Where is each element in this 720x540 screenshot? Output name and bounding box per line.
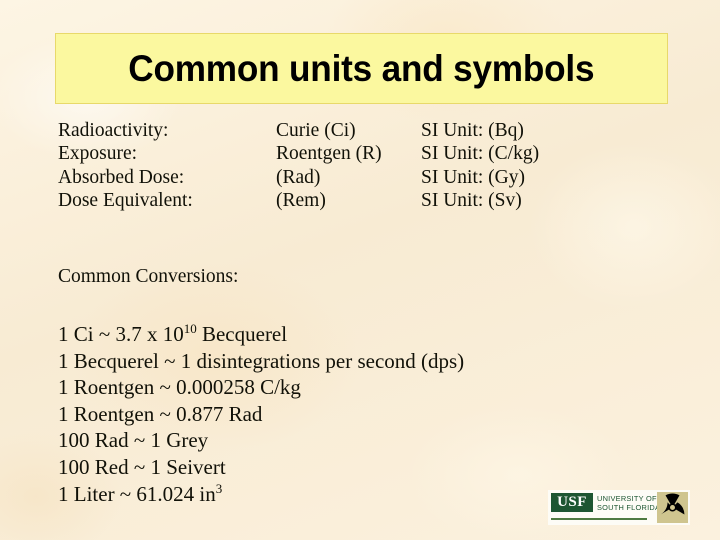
cell-si-unit: SI Unit: (Bq): [421, 120, 524, 141]
conversion-text: 1 Liter ~ 61.024 in: [58, 481, 216, 506]
usf-divider-rule: [551, 518, 647, 520]
table-row: Dose Equivalent: (Rem) SI Unit: (Sv): [58, 189, 539, 212]
usf-wordmark-line2: SOUTH FLORIDA.: [597, 503, 663, 513]
usf-wordmark-line1: UNIVERSITY OF: [597, 494, 657, 503]
list-item: 100 Rad ~ 1 Grey: [58, 427, 464, 454]
usf-wordmark: UNIVERSITY OF SOUTH FLORIDA.: [597, 490, 663, 512]
title-banner: Common units and symbols: [55, 33, 668, 104]
cell-si-unit: SI Unit: (C/kg): [421, 143, 540, 165]
slide-canvas: Common units and symbols Radioactivity: …: [0, 0, 720, 540]
conversion-text: 1 Roentgen ~ 0.877 Rad: [58, 401, 263, 426]
cell-si-unit: SI Unit: (Sv): [421, 190, 522, 212]
conversion-text: 1 Roentgen ~ 0.000258 C/kg: [58, 375, 301, 400]
list-item: 1 Becquerel ~ 1 disintegrations per seco…: [58, 348, 464, 375]
page-title: Common units and symbols: [128, 48, 595, 89]
list-item: 1 Roentgen ~ 0.000258 C/kg: [58, 374, 464, 401]
usf-logo: USF UNIVERSITY OF SOUTH FLORIDA.: [548, 490, 690, 525]
cell-si-unit: SI Unit: (Gy): [421, 166, 525, 188]
list-item: 1 Ci ~ 3.7 x 1010 Becquerel: [58, 321, 464, 348]
cell-unit: (Rem): [276, 190, 326, 212]
list-item: 1 Liter ~ 61.024 in3: [58, 481, 464, 508]
table-row: Radioactivity: Curie (Ci) SI Unit: (Bq): [58, 119, 539, 142]
conversion-text: 1 Becquerel ~ 1 disintegrations per seco…: [58, 348, 465, 373]
radiation-trefoil-icon: [657, 492, 688, 523]
conversion-exponent: 10: [183, 321, 197, 336]
table-row: Absorbed Dose: (Rad) SI Unit: (Gy): [58, 166, 539, 189]
cell-quantity: Radioactivity:: [58, 120, 169, 141]
list-item: 100 Red ~ 1 Seivert: [58, 454, 464, 481]
conversion-exponent: 3: [215, 480, 223, 496]
conversion-suffix: Becquerel: [196, 322, 288, 346]
cell-quantity: Exposure:: [58, 143, 138, 165]
conversions-heading: Common Conversions:: [58, 266, 239, 287]
conversion-text: 100 Rad ~ 1 Grey: [58, 428, 209, 453]
cell-quantity: Dose Equivalent:: [58, 190, 193, 212]
cell-unit: Roentgen (R): [276, 143, 382, 165]
cell-unit: Curie (Ci): [276, 120, 356, 141]
cell-unit: (Rad): [276, 166, 321, 188]
usf-badge: USF: [551, 493, 593, 512]
conversion-text: 100 Red ~ 1 Seivert: [58, 454, 226, 479]
units-table: Radioactivity: Curie (Ci) SI Unit: (Bq) …: [58, 119, 539, 213]
list-item: 1 Roentgen ~ 0.877 Rad: [58, 401, 464, 428]
units-table-body: Radioactivity: Curie (Ci) SI Unit: (Bq) …: [58, 119, 539, 213]
table-row: Exposure: Roentgen (R) SI Unit: (C/kg): [58, 142, 539, 165]
conversion-text: 1 Ci ~ 3.7 x 10: [58, 322, 184, 346]
conversions-list: 1 Ci ~ 3.7 x 1010 Becquerel 1 Becquerel …: [58, 321, 464, 507]
cell-quantity: Absorbed Dose:: [58, 166, 185, 188]
